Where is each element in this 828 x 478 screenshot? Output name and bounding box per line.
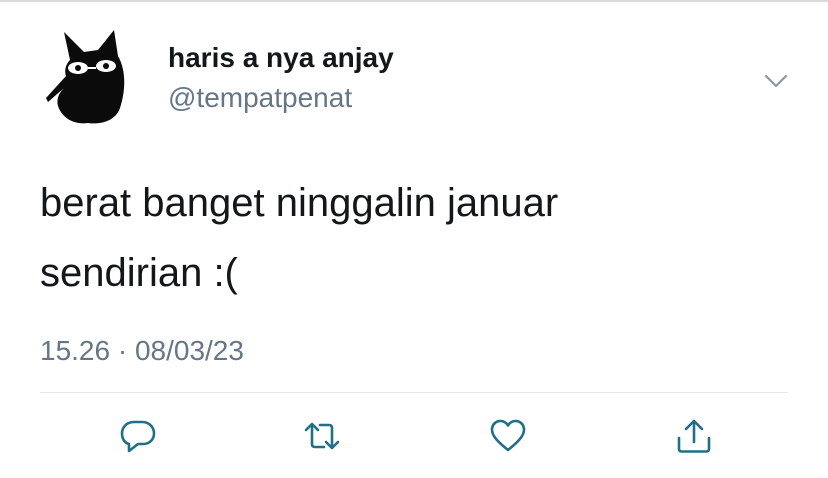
action-divider — [40, 392, 788, 393]
tweet-text: berat banget ninggalin januar sendirian … — [40, 168, 780, 308]
share-icon — [677, 419, 711, 453]
reply-button[interactable] — [118, 416, 158, 456]
retweet-button[interactable] — [302, 416, 342, 456]
retweet-icon — [304, 422, 340, 450]
share-button[interactable] — [674, 416, 714, 456]
author-display-name[interactable]: haris a nya anjay — [168, 42, 394, 74]
black-cat-avatar-icon — [46, 30, 125, 124]
top-divider — [0, 0, 828, 2]
tweet-text-line: sendirian :( — [40, 251, 238, 295]
reply-icon — [120, 420, 156, 453]
tweet-timestamp[interactable]: 15.26 · 08/03/23 — [40, 335, 244, 367]
heart-icon — [490, 419, 526, 452]
tweet-text-line: berat banget ninggalin januar — [40, 181, 559, 225]
avatar[interactable] — [40, 26, 140, 126]
like-button[interactable] — [488, 416, 528, 456]
chevron-down-icon[interactable] — [762, 66, 790, 94]
author-handle[interactable]: @tempatpenat — [168, 82, 352, 114]
